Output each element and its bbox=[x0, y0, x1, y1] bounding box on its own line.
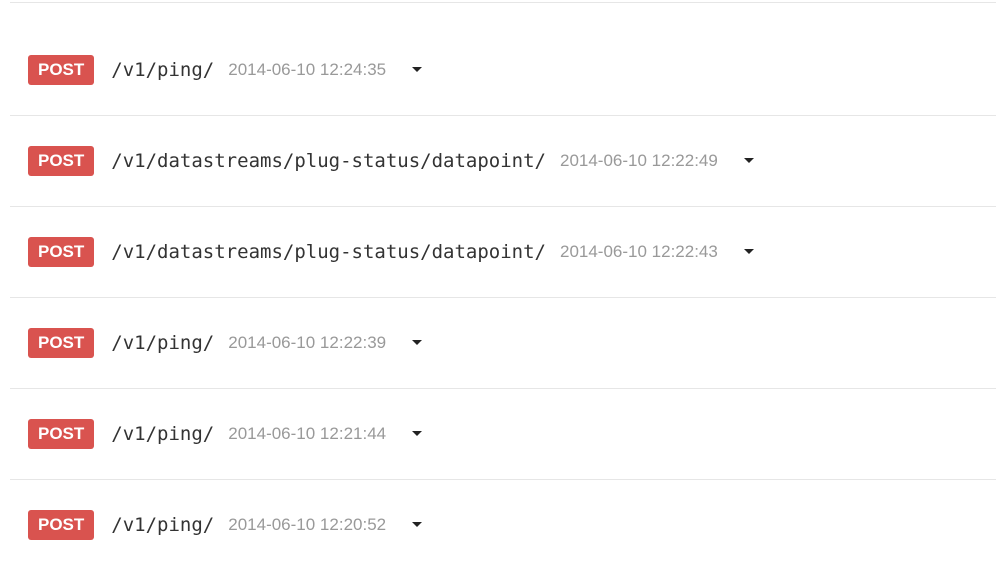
request-row[interactable]: POST /v1/ping/ 2014-06-10 12:20:52 bbox=[10, 479, 996, 567]
endpoint-path: /v1/datastreams/plug-status/datapoint/ bbox=[111, 240, 546, 263]
request-row[interactable]: POST /v1/ping/ 2014-06-10 12:22:39 bbox=[10, 297, 996, 389]
endpoint-path: /v1/datastreams/plug-status/datapoint/ bbox=[111, 149, 546, 172]
endpoint-path: /v1/ping/ bbox=[111, 422, 215, 445]
method-badge: POST bbox=[28, 236, 95, 267]
endpoint-path: /v1/ping/ bbox=[111, 513, 215, 536]
request-timestamp: 2014-06-10 12:22:39 bbox=[228, 332, 387, 352]
request-timestamp: 2014-06-10 12:22:49 bbox=[559, 150, 718, 170]
request-row[interactable]: POST /v1/ping/ 2014-06-10 12:24:35 bbox=[10, 24, 996, 116]
request-log-list: POST /v1/ping/ 2014-06-10 12:24:35 POST … bbox=[0, 0, 998, 567]
endpoint-path: /v1/ping/ bbox=[111, 58, 215, 81]
caret-down-icon[interactable] bbox=[412, 431, 423, 436]
method-badge: POST bbox=[28, 327, 95, 358]
request-timestamp: 2014-06-10 12:24:35 bbox=[228, 59, 387, 79]
request-row[interactable]: POST /v1/datastreams/plug-status/datapoi… bbox=[10, 115, 996, 207]
divider bbox=[10, 2, 996, 3]
method-badge: POST bbox=[28, 418, 95, 449]
request-row[interactable]: POST /v1/ping/ 2014-06-10 12:21:44 bbox=[10, 388, 996, 480]
method-badge: POST bbox=[28, 145, 95, 176]
request-timestamp: 2014-06-10 12:22:43 bbox=[559, 241, 718, 261]
endpoint-path: /v1/ping/ bbox=[111, 331, 215, 354]
caret-down-icon[interactable] bbox=[412, 522, 423, 527]
request-timestamp: 2014-06-10 12:20:52 bbox=[228, 514, 387, 534]
method-badge: POST bbox=[28, 54, 95, 85]
caret-down-icon[interactable] bbox=[412, 340, 423, 345]
caret-down-icon[interactable] bbox=[412, 67, 423, 72]
caret-down-icon[interactable] bbox=[743, 158, 754, 163]
request-row[interactable]: POST /v1/datastreams/plug-status/datapoi… bbox=[10, 206, 996, 298]
caret-down-icon[interactable] bbox=[743, 249, 754, 254]
method-badge: POST bbox=[28, 509, 95, 540]
request-timestamp: 2014-06-10 12:21:44 bbox=[228, 423, 387, 443]
